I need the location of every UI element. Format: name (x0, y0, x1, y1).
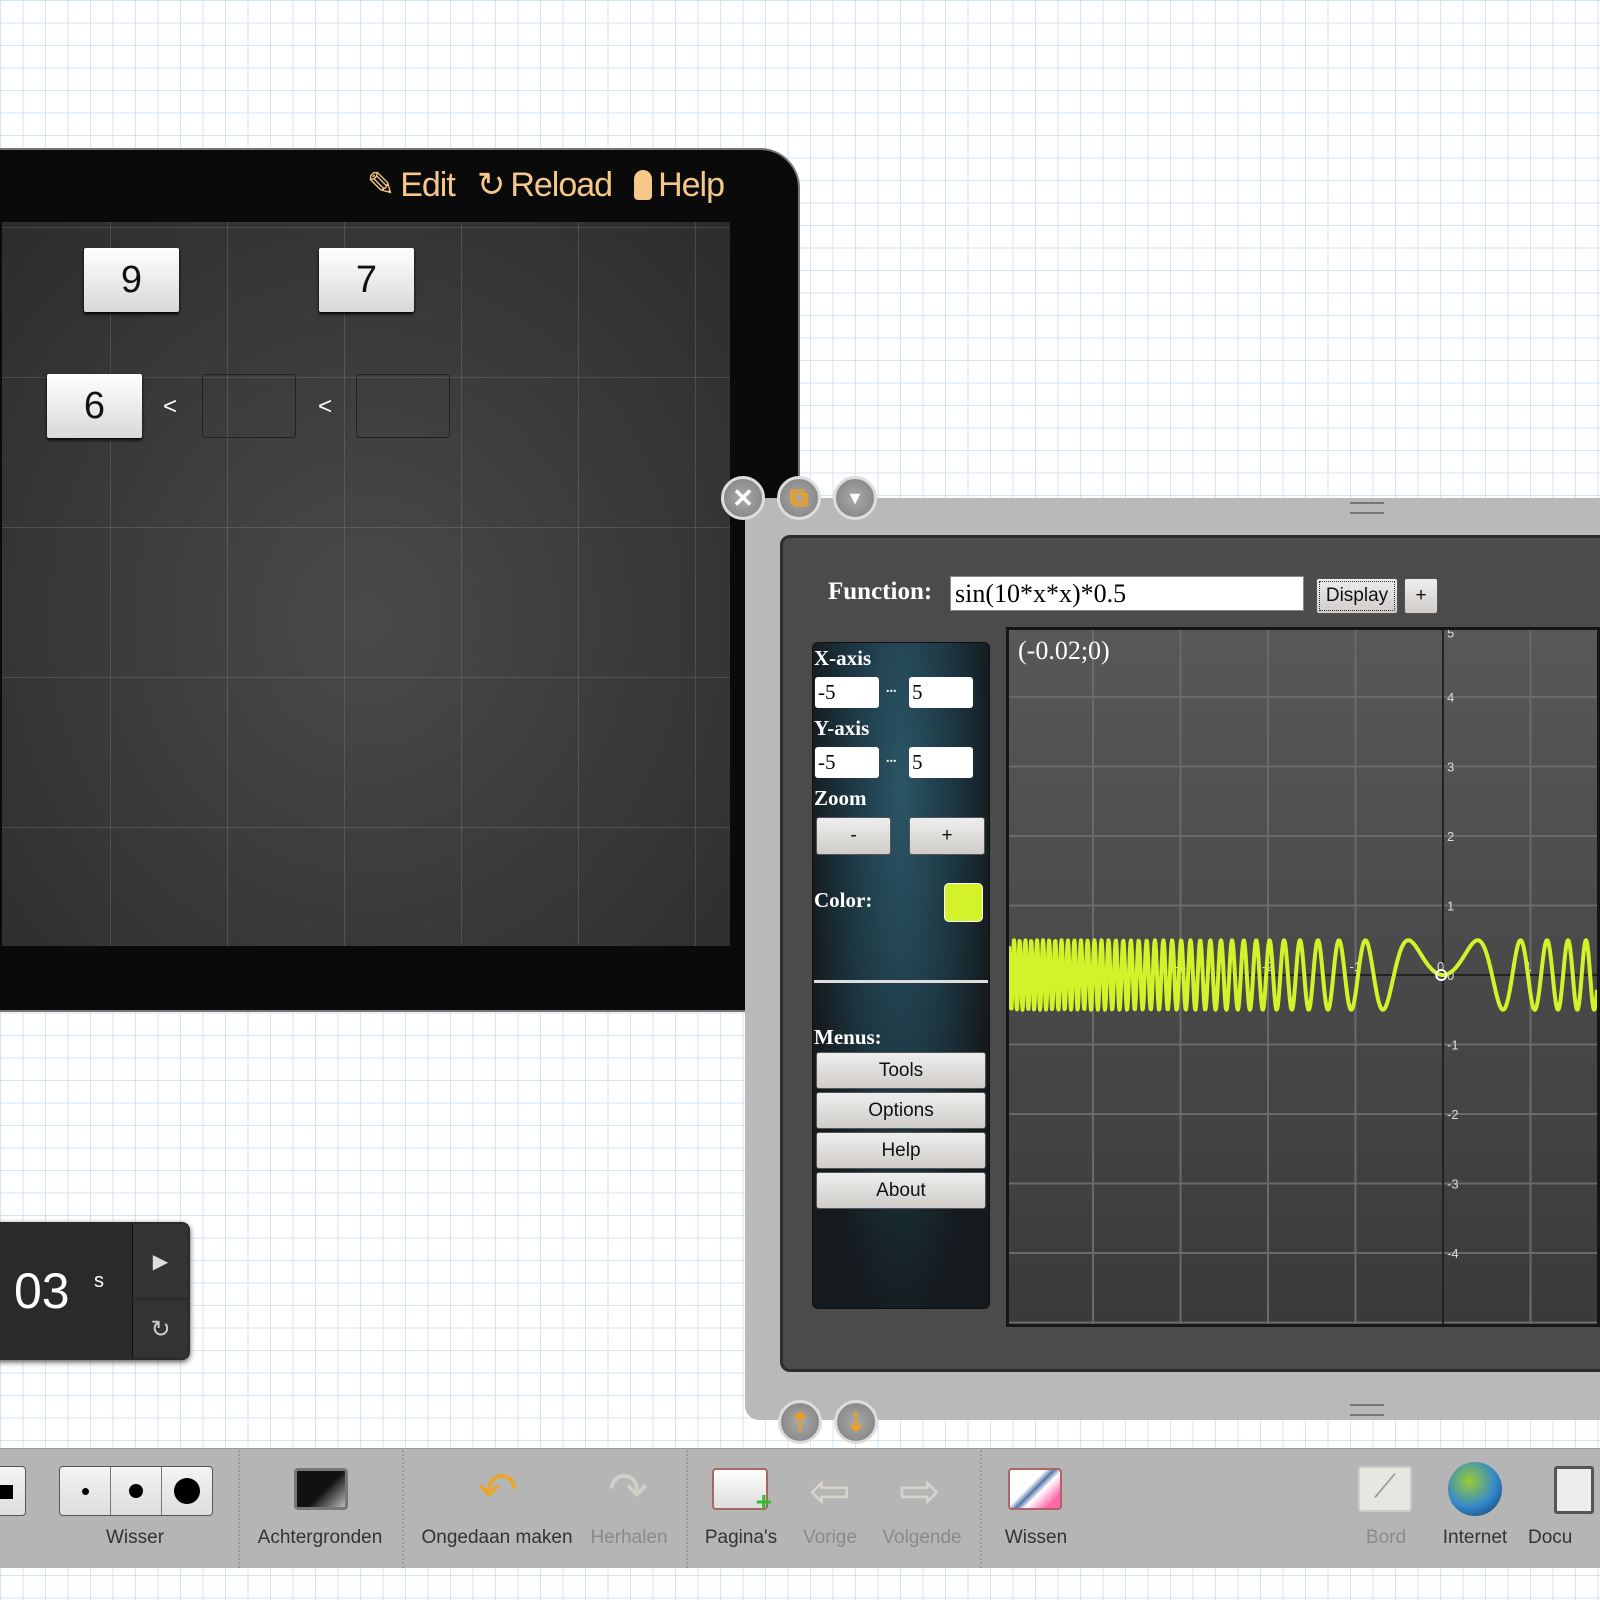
color-swatch[interactable] (944, 883, 983, 922)
less-than-sign: < (318, 393, 333, 420)
drop-slot[interactable] (356, 374, 450, 438)
widget-header: ✎ Edit ↻ Reload Help (0, 150, 782, 220)
toolbar-label-redo[interactable]: Herhalen (590, 1527, 667, 1549)
close-icon[interactable]: ✕ (721, 476, 765, 520)
resize-handle-top[interactable] (1350, 502, 1384, 514)
x-max-input[interactable]: 5 (909, 677, 973, 708)
clear-eraser-icon[interactable] (1008, 1468, 1062, 1510)
y-tick-label: -4 (1447, 1246, 1459, 1261)
y-tick-label: -1 (1447, 1038, 1459, 1053)
menu-tools-button[interactable]: Tools (816, 1052, 986, 1089)
y-tick-label: -3 (1447, 1177, 1459, 1192)
widget-canvas (2, 222, 730, 946)
eraser-size-medium[interactable] (111, 1467, 162, 1515)
edit-button[interactable]: ✎ Edit (366, 165, 456, 205)
eraser-size-small[interactable] (60, 1467, 111, 1515)
y-tick-label: 2 (1447, 829, 1454, 844)
eraser-size-large[interactable] (162, 1467, 212, 1515)
bring-forward-icon[interactable]: ⇡ (778, 1400, 822, 1444)
x-axis-label: X-axis (814, 646, 872, 670)
previous-arrow-icon[interactable]: ⇦ (802, 1462, 858, 1519)
y-tick-label: 5 (1447, 630, 1454, 641)
add-function-button[interactable]: + (1404, 578, 1438, 614)
drop-slot[interactable] (202, 374, 296, 438)
zoom-out-button[interactable]: - (816, 817, 891, 855)
undo-icon[interactable]: ↶ (470, 1462, 526, 1518)
timer-widget: 03 s ▶ ↻ (0, 1222, 190, 1360)
timer-unit: s (94, 1270, 104, 1292)
range-separator: ... (886, 681, 897, 696)
backgrounds-icon[interactable] (294, 1468, 348, 1510)
toolbar-label-internet[interactable]: Internet (1443, 1527, 1507, 1549)
duplicate-icon[interactable]: ⧉ (777, 476, 821, 520)
pencil-icon: ✎ (366, 166, 395, 204)
toolbar-label-previous[interactable]: Vorige (803, 1527, 857, 1549)
y-min-input[interactable]: -5 (815, 747, 879, 778)
documents-icon[interactable] (1554, 1466, 1594, 1514)
reset-icon[interactable]: ↻ (132, 1300, 188, 1358)
toolbar-label-board[interactable]: Bord (1366, 1527, 1406, 1549)
x-min-input[interactable]: -5 (815, 677, 879, 708)
y-tick-label: 3 (1447, 760, 1454, 775)
graph-svg: -5-4-3-2-101543210-1-2-3-4 (1009, 630, 1597, 1324)
number-card[interactable]: 7 (319, 248, 414, 312)
toolbar-label-next[interactable]: Volgende (882, 1527, 961, 1549)
y-tick-label: 4 (1447, 690, 1454, 705)
color-label: Color: (814, 888, 873, 912)
add-page-icon[interactable]: + (712, 1468, 772, 1517)
globe-icon[interactable] (1448, 1462, 1502, 1516)
play-icon[interactable]: ▶ (132, 1224, 188, 1298)
y-tick-label: 1 (1447, 899, 1454, 914)
y-axis-label: Y-axis (814, 716, 870, 740)
menu-options-button[interactable]: Options (816, 1092, 986, 1129)
display-button[interactable]: Display (1316, 578, 1398, 614)
menus-label: Menus: (814, 1025, 882, 1049)
toolbar-label-pages[interactable]: Pagina's (705, 1527, 777, 1549)
y-tick-label: -2 (1447, 1107, 1459, 1122)
board-icon[interactable]: ⟋ (1358, 1466, 1412, 1512)
lightbulb-icon (634, 170, 653, 200)
number-card[interactable]: 6 (47, 374, 142, 438)
divider (814, 980, 988, 983)
less-than-sign: < (163, 393, 178, 420)
function-input[interactable]: sin(10*x*x)*0.5 (950, 576, 1304, 611)
toolbar-label-achtergronden[interactable]: Achtergronden (258, 1527, 383, 1549)
y-max-input[interactable]: 5 (909, 747, 973, 778)
eraser-size-square[interactable] (0, 1466, 26, 1516)
number-card[interactable]: 9 (84, 248, 179, 312)
help-button[interactable]: Help (634, 166, 725, 205)
zoom-in-button[interactable]: + (909, 817, 985, 855)
divider (686, 1450, 688, 1568)
range-separator: ... (886, 751, 897, 766)
redo-icon[interactable]: ↷ (600, 1462, 656, 1518)
toolbar-label-documents[interactable]: Docu (1528, 1527, 1572, 1549)
next-arrow-icon[interactable]: ⇨ (892, 1462, 948, 1519)
reload-button[interactable]: ↻ Reload (476, 165, 613, 205)
zoom-label: Zoom (814, 786, 867, 810)
resize-handle-bottom[interactable] (1350, 1404, 1384, 1416)
graph-plot-area[interactable]: -5-4-3-2-101543210-1-2-3-4 (-0.02;0) (1006, 627, 1600, 1327)
function-label: Function: (828, 578, 933, 605)
send-backward-icon[interactable]: ⇣ (834, 1400, 878, 1444)
eraser-size-selector (59, 1466, 213, 1516)
menu-help-button[interactable]: Help (816, 1132, 986, 1169)
divider (980, 1450, 982, 1568)
reload-icon: ↻ (476, 166, 505, 204)
toolbar-label-wisser[interactable]: Wisser (106, 1527, 164, 1549)
timer-value: 03 (14, 1263, 70, 1319)
toolbar-label-undo[interactable]: Ongedaan maken (421, 1527, 572, 1549)
coordinate-readout: (-0.02;0) (1018, 636, 1110, 665)
menu-about-button[interactable]: About (816, 1172, 986, 1209)
toolbar-label-clear[interactable]: Wissen (1005, 1527, 1067, 1549)
chevron-down-icon[interactable]: ▼ (833, 476, 877, 520)
divider (402, 1450, 404, 1568)
divider (238, 1450, 240, 1568)
